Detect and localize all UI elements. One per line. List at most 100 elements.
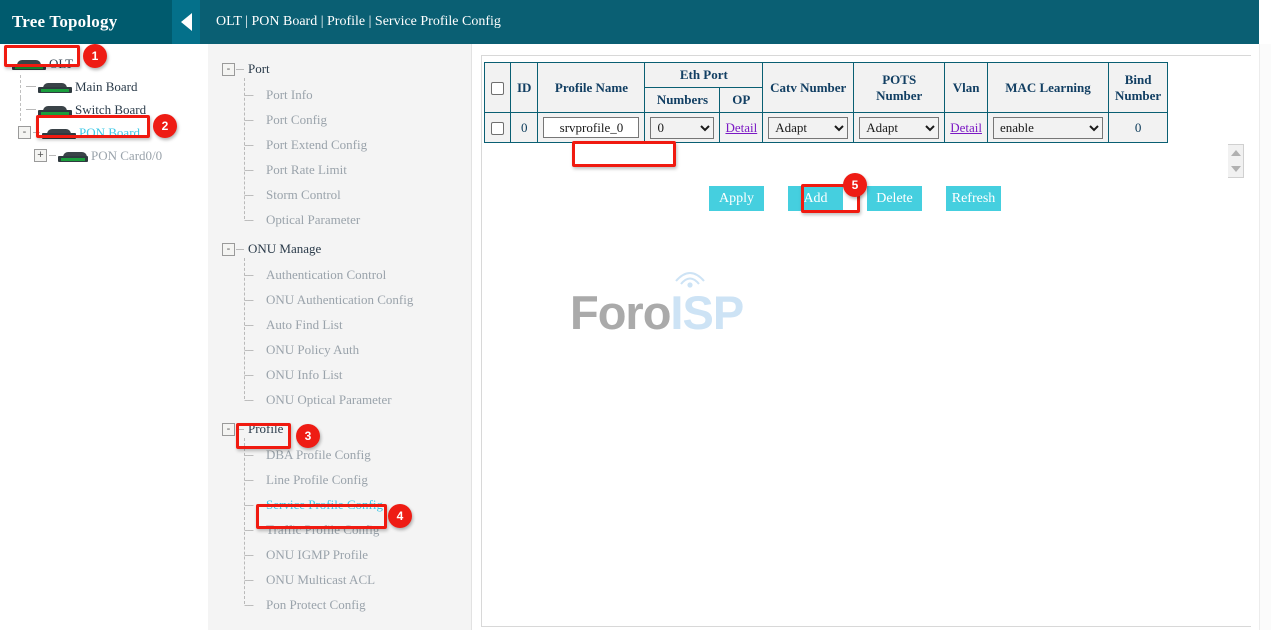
menu-group-profile[interactable]: - Profile bbox=[222, 416, 472, 442]
annotation-badge-1: 1 bbox=[83, 44, 107, 68]
antenna-icon bbox=[672, 267, 708, 289]
sidebar-collapse-button[interactable] bbox=[172, 0, 200, 44]
annotation-badge-5: 5 bbox=[843, 173, 867, 197]
menu-items-profile: DBA Profile Config Line Profile Config S… bbox=[244, 442, 472, 617]
table-vertical-scrollbar[interactable] bbox=[1228, 144, 1244, 178]
row-checkbox[interactable] bbox=[491, 122, 504, 135]
row-eth-numbers-cell: 0 bbox=[645, 113, 720, 143]
menu-item-onu-policy-auth[interactable]: ONU Policy Auth bbox=[244, 337, 472, 362]
annotation-badge-3: 3 bbox=[296, 424, 320, 448]
menu-item-storm-control[interactable]: Storm Control bbox=[244, 182, 472, 207]
menu-item-port-extend-config[interactable]: Port Extend Config bbox=[244, 132, 472, 157]
menu-item-traffic-profile-config[interactable]: Traffic Profile Config bbox=[244, 517, 472, 542]
select-all-checkbox[interactable] bbox=[491, 82, 504, 95]
scroll-down-arrow-icon[interactable] bbox=[1231, 166, 1241, 172]
menu-item-label: Authentication Control bbox=[266, 267, 386, 283]
menu-expander-icon[interactable]: - bbox=[222, 243, 235, 256]
menu-group-onu-manage[interactable]: - ONU Manage bbox=[222, 236, 472, 262]
watermark-isp-letters: ISP bbox=[670, 286, 743, 339]
annotation-badge-2: 2 bbox=[153, 114, 177, 138]
tree-node-label: PON Card0/0 bbox=[91, 148, 162, 164]
row-id-cell: 0 bbox=[511, 113, 538, 143]
tree-node-main-board[interactable]: Main Board bbox=[4, 75, 200, 98]
header-right-gap bbox=[1259, 0, 1271, 44]
menu-items-onu-manage: Authentication Control ONU Authenticatio… bbox=[244, 262, 472, 412]
navigation-menu-panel: - Port Port Info Port Config Port Extend… bbox=[208, 44, 472, 630]
tree-expander-expand-icon[interactable]: + bbox=[34, 149, 47, 162]
menu-expander-icon[interactable]: - bbox=[222, 63, 235, 76]
menu-item-onu-igmp-profile[interactable]: ONU IGMP Profile bbox=[244, 542, 472, 567]
menu-item-label: DBA Profile Config bbox=[266, 447, 371, 463]
eth-op-detail-link[interactable]: Detail bbox=[725, 120, 757, 135]
menu-item-pon-protect-config[interactable]: Pon Protect Config bbox=[244, 592, 472, 617]
service-profile-table: ID Profile Name Eth Port Catv Number POT… bbox=[484, 62, 1168, 143]
eth-numbers-select[interactable]: 0 bbox=[650, 117, 714, 139]
tree-node-label: PON Board bbox=[79, 125, 140, 141]
menu-group-port[interactable]: - Port bbox=[222, 56, 472, 82]
menu-item-line-profile-config[interactable]: Line Profile Config bbox=[244, 467, 472, 492]
tree-branch-line bbox=[26, 86, 36, 87]
menu-item-label: Auto Find List bbox=[266, 317, 343, 333]
breadcrumb: OLT | PON Board | Profile | Service Prof… bbox=[216, 14, 501, 30]
page-scrollbar[interactable] bbox=[1259, 44, 1271, 630]
menu-item-onu-authentication-config[interactable]: ONU Authentication Config bbox=[244, 287, 472, 312]
menu-expander-icon[interactable]: - bbox=[222, 423, 235, 436]
tree-expander-collapse-icon[interactable]: - bbox=[18, 126, 31, 139]
content-pane: Foro ISP bbox=[481, 55, 1251, 627]
add-button[interactable]: Add bbox=[788, 186, 843, 211]
menu-item-label: Optical Parameter bbox=[266, 212, 360, 228]
device-icon bbox=[58, 149, 88, 162]
menu-item-authentication-control[interactable]: Authentication Control bbox=[244, 262, 472, 287]
menu-item-onu-multicast-acl[interactable]: ONU Multicast ACL bbox=[244, 567, 472, 592]
page-header-bar: OLT | PON Board | Profile | Service Prof… bbox=[200, 0, 1259, 44]
menu-item-auto-find-list[interactable]: Auto Find List bbox=[244, 312, 472, 337]
menu-item-port-rate-limit[interactable]: Port Rate Limit bbox=[244, 157, 472, 182]
apply-button[interactable]: Apply bbox=[709, 186, 764, 211]
delete-button[interactable]: Delete bbox=[867, 186, 922, 211]
tree-topology-sidebar: Tree Topology OLT Main Board bbox=[0, 0, 200, 630]
row-mac-learning-cell: enable bbox=[987, 113, 1108, 143]
vlan-detail-link[interactable]: Detail bbox=[950, 120, 982, 135]
profile-name-input[interactable] bbox=[543, 117, 639, 138]
menu-item-port-config[interactable]: Port Config bbox=[244, 107, 472, 132]
menu-item-label: Pon Protect Config bbox=[266, 597, 366, 613]
tree-node-pon-card[interactable]: + PON Card0/0 bbox=[4, 144, 200, 167]
menu-item-onu-optical-parameter[interactable]: ONU Optical Parameter bbox=[244, 387, 472, 412]
tree-guide-line bbox=[20, 75, 21, 98]
eth-port-header: Eth Port bbox=[645, 63, 763, 88]
menu-group-label: Profile bbox=[248, 421, 283, 437]
watermark-text-foro: Foro bbox=[570, 289, 670, 336]
catv-number-select[interactable]: Adapt bbox=[768, 117, 848, 139]
table-body: 0 0 Detail bbox=[485, 113, 1168, 143]
menu-item-label: Traffic Profile Config bbox=[266, 522, 379, 538]
pots-number-select[interactable]: Adapt bbox=[859, 117, 939, 139]
tree-branch-line bbox=[26, 109, 36, 110]
profile-name-header: Profile Name bbox=[538, 63, 645, 113]
row-vlan-cell: Detail bbox=[945, 113, 988, 143]
vlan-header: Vlan bbox=[945, 63, 988, 113]
menu-item-dba-profile-config[interactable]: DBA Profile Config bbox=[244, 442, 472, 467]
row-eth-op-cell: Detail bbox=[720, 113, 763, 143]
row-catv-number-cell: Adapt bbox=[763, 113, 854, 143]
id-header: ID bbox=[511, 63, 538, 113]
menu-item-label: Port Extend Config bbox=[266, 137, 367, 153]
tree-guide-line bbox=[20, 98, 21, 121]
menu-items-port: Port Info Port Config Port Extend Config… bbox=[244, 82, 472, 232]
scroll-up-arrow-icon[interactable] bbox=[1231, 150, 1241, 156]
menu-item-label: Line Profile Config bbox=[266, 472, 368, 488]
table-header: ID Profile Name Eth Port Catv Number POT… bbox=[485, 63, 1168, 113]
menu-item-service-profile-config[interactable]: Service Profile Config bbox=[244, 492, 472, 517]
refresh-button[interactable]: Refresh bbox=[946, 186, 1001, 211]
watermark-text-isp: ISP bbox=[670, 289, 743, 336]
menu-item-port-info[interactable]: Port Info bbox=[244, 82, 472, 107]
menu-item-label: Port Config bbox=[266, 112, 327, 128]
menu-item-optical-parameter[interactable]: Optical Parameter bbox=[244, 207, 472, 232]
row-pots-number-cell: Adapt bbox=[854, 113, 945, 143]
device-icon bbox=[42, 126, 76, 139]
menu-item-label: Service Profile Config bbox=[266, 497, 383, 513]
menu-item-label: ONU Info List bbox=[266, 367, 343, 383]
eth-op-header: OP bbox=[720, 88, 763, 113]
annotation-box-profile-name bbox=[572, 141, 676, 167]
menu-item-onu-info-list[interactable]: ONU Info List bbox=[244, 362, 472, 387]
mac-learning-select[interactable]: enable bbox=[993, 117, 1103, 139]
